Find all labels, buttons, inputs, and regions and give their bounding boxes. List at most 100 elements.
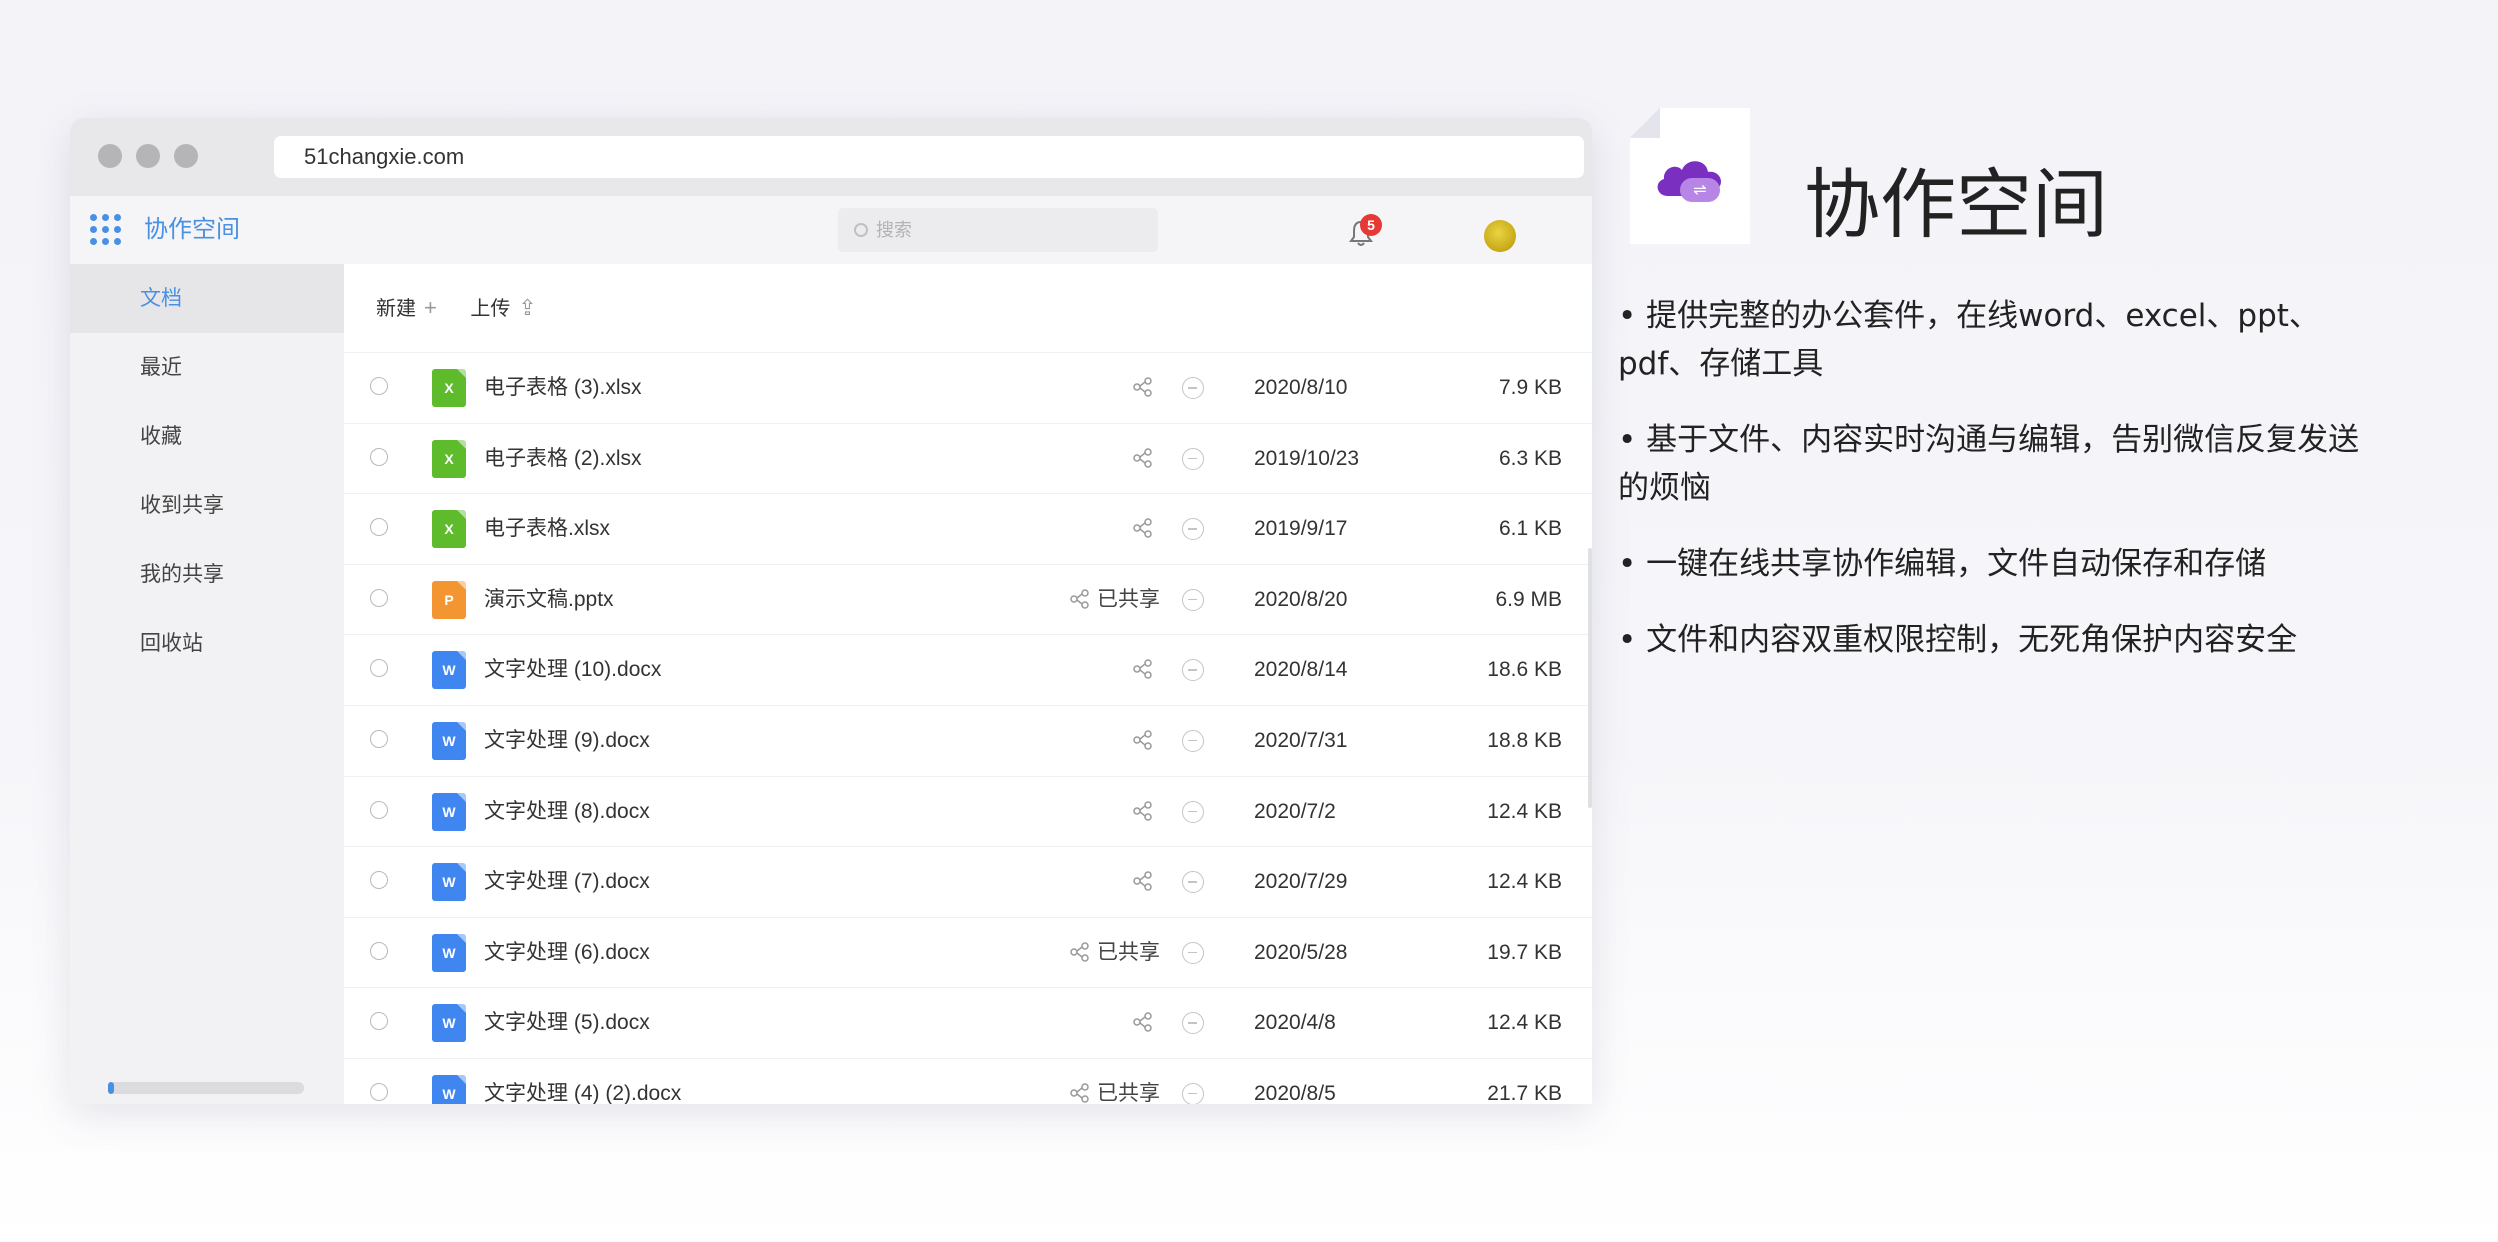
select-radio[interactable] bbox=[370, 588, 388, 607]
sidebar-item[interactable]: 收到共享 bbox=[70, 471, 344, 540]
share-icon bbox=[1132, 800, 1154, 823]
remove-icon[interactable] bbox=[1182, 377, 1204, 399]
upload-button[interactable]: 上传 ⇪ bbox=[470, 295, 536, 320]
select-radio[interactable] bbox=[370, 659, 388, 678]
search-placeholder: 搜索 bbox=[876, 220, 912, 240]
remove-icon[interactable] bbox=[1182, 800, 1204, 823]
file-type-icon: W bbox=[432, 792, 466, 831]
file-name[interactable]: 演示文稿.pptx bbox=[484, 565, 614, 634]
file-size: 18.6 KB bbox=[1487, 658, 1562, 682]
file-date: 2020/8/20 bbox=[1254, 587, 1348, 611]
select-radio[interactable] bbox=[370, 1082, 388, 1101]
browser-titlebar: 51changxie.com bbox=[70, 118, 1592, 196]
select-radio[interactable] bbox=[370, 518, 388, 537]
feature-bullets: • 提供完整的办公套件，在线word、excel、ppt、pdf、存储工具 • 基… bbox=[1618, 292, 2378, 692]
file-row[interactable]: X 电子表格.xlsx 2019/9/17 6.1 KB bbox=[344, 494, 1592, 565]
share-icon bbox=[1069, 588, 1091, 611]
avatar[interactable] bbox=[1484, 220, 1516, 252]
file-panel: 新建 + 上传 ⇪ X 电子表格 (3).xlsx 2020/8/10 7.9 KB X 电子… bbox=[344, 264, 1592, 1104]
maximize-window-dot[interactable] bbox=[174, 144, 198, 168]
sidebar-item[interactable]: 最近 bbox=[70, 333, 344, 402]
share-icon bbox=[1132, 870, 1154, 893]
file-row[interactable]: W 文字处理 (10).docx 2020/8/14 18.6 KB bbox=[344, 635, 1592, 706]
file-name[interactable]: 文字处理 (4) (2).docx bbox=[484, 1059, 681, 1104]
share-button[interactable]: 已共享 bbox=[1050, 918, 1160, 987]
file-type-icon: W bbox=[432, 1074, 466, 1104]
select-radio[interactable] bbox=[370, 1012, 388, 1031]
remove-icon[interactable] bbox=[1182, 871, 1204, 894]
select-radio[interactable] bbox=[370, 871, 388, 890]
file-name[interactable]: 电子表格 (2).xlsx bbox=[484, 424, 642, 493]
file-size: 18.8 KB bbox=[1487, 728, 1562, 752]
file-row[interactable]: P 演示文稿.pptx 已共享 2020/8/20 6.9 MB bbox=[344, 565, 1592, 636]
select-radio[interactable] bbox=[370, 447, 388, 466]
file-date: 2020/5/28 bbox=[1254, 940, 1348, 964]
app-grid-icon[interactable] bbox=[88, 212, 124, 248]
feature-bullet: • 文件和内容双重权限控制，无死角保护内容安全 bbox=[1618, 622, 2298, 658]
file-name[interactable]: 文字处理 (5).docx bbox=[484, 988, 650, 1057]
remove-icon[interactable] bbox=[1182, 447, 1204, 470]
file-row[interactable]: W 文字处理 (7).docx 2020/7/29 12.4 KB bbox=[344, 847, 1592, 918]
file-row[interactable]: W 文字处理 (9).docx 2020/7/31 18.8 KB bbox=[344, 706, 1592, 777]
search-input[interactable]: 搜索 bbox=[838, 208, 1158, 252]
share-button[interactable]: 已共享 bbox=[1050, 1059, 1160, 1104]
file-type-icon: W bbox=[432, 863, 466, 902]
file-type-icon: W bbox=[432, 721, 466, 760]
share-button[interactable] bbox=[1050, 706, 1160, 775]
new-button[interactable]: 新建 + bbox=[376, 295, 437, 320]
share-button[interactable] bbox=[1050, 494, 1160, 563]
select-radio[interactable] bbox=[370, 729, 388, 748]
share-button[interactable] bbox=[1050, 777, 1160, 846]
plus-icon: + bbox=[424, 295, 437, 320]
share-button[interactable] bbox=[1050, 353, 1160, 422]
doc-fold-corner bbox=[1630, 108, 1660, 138]
sidebar: 文档 最近 收藏 收到共享 我的共享 回收站 bbox=[70, 264, 344, 1104]
file-name[interactable]: 文字处理 (8).docx bbox=[484, 777, 650, 846]
share-icon bbox=[1069, 941, 1091, 964]
file-toolbar: 新建 + 上传 ⇪ bbox=[344, 264, 1592, 353]
select-radio[interactable] bbox=[370, 941, 388, 960]
remove-icon[interactable] bbox=[1182, 941, 1204, 964]
file-row[interactable]: W 文字处理 (8).docx 2020/7/2 12.4 KB bbox=[344, 777, 1592, 848]
share-button[interactable] bbox=[1050, 988, 1160, 1057]
file-row[interactable]: W 文字处理 (6).docx 已共享 2020/5/28 19.7 KB bbox=[344, 918, 1592, 989]
share-button[interactable] bbox=[1050, 424, 1160, 493]
file-row[interactable]: X 电子表格 (2).xlsx 2019/10/23 6.3 KB bbox=[344, 424, 1592, 495]
file-name[interactable]: 文字处理 (10).docx bbox=[484, 635, 661, 704]
storage-progress-fill bbox=[108, 1082, 114, 1094]
share-button[interactable] bbox=[1050, 635, 1160, 704]
file-name[interactable]: 电子表格.xlsx bbox=[484, 494, 610, 563]
select-radio[interactable] bbox=[370, 377, 388, 395]
sidebar-item[interactable]: 文档 bbox=[70, 264, 344, 333]
share-button[interactable] bbox=[1050, 847, 1160, 916]
file-row[interactable]: W 文字处理 (5).docx 2020/4/8 12.4 KB bbox=[344, 988, 1592, 1059]
share-status: 已共享 bbox=[1097, 587, 1160, 611]
share-status: 已共享 bbox=[1097, 1081, 1160, 1104]
scrollbar[interactable] bbox=[1588, 548, 1592, 808]
remove-icon[interactable] bbox=[1182, 729, 1204, 752]
file-row[interactable]: W 文字处理 (4) (2).docx 已共享 2020/8/5 21.7 KB bbox=[344, 1059, 1592, 1104]
remove-icon[interactable] bbox=[1182, 518, 1204, 541]
sidebar-item[interactable]: 回收站 bbox=[70, 609, 344, 678]
close-window-dot[interactable] bbox=[98, 144, 122, 168]
select-radio[interactable] bbox=[370, 800, 388, 819]
file-name[interactable]: 文字处理 (6).docx bbox=[484, 918, 650, 987]
file-name[interactable]: 文字处理 (9).docx bbox=[484, 706, 650, 775]
file-row[interactable]: X 电子表格 (3).xlsx 2020/8/10 7.9 KB bbox=[344, 353, 1592, 424]
remove-icon[interactable] bbox=[1182, 588, 1204, 611]
file-size: 6.3 KB bbox=[1498, 446, 1562, 470]
minimize-window-dot[interactable] bbox=[136, 144, 160, 168]
app-brand[interactable]: 协作空间 bbox=[144, 196, 240, 264]
remove-icon[interactable] bbox=[1182, 659, 1204, 682]
file-name[interactable]: 文字处理 (7).docx bbox=[484, 847, 650, 916]
file-size: 12.4 KB bbox=[1487, 870, 1562, 894]
file-name[interactable]: 电子表格 (3).xlsx bbox=[484, 353, 642, 422]
remove-icon[interactable] bbox=[1182, 1082, 1204, 1104]
file-date: 2019/9/17 bbox=[1254, 517, 1348, 541]
remove-icon[interactable] bbox=[1182, 1012, 1204, 1035]
share-button[interactable]: 已共享 bbox=[1050, 565, 1160, 634]
file-type-icon: W bbox=[432, 651, 466, 690]
sidebar-item[interactable]: 我的共享 bbox=[70, 540, 344, 609]
address-bar[interactable]: 51changxie.com bbox=[274, 136, 1584, 178]
sidebar-item[interactable]: 收藏 bbox=[70, 402, 344, 471]
